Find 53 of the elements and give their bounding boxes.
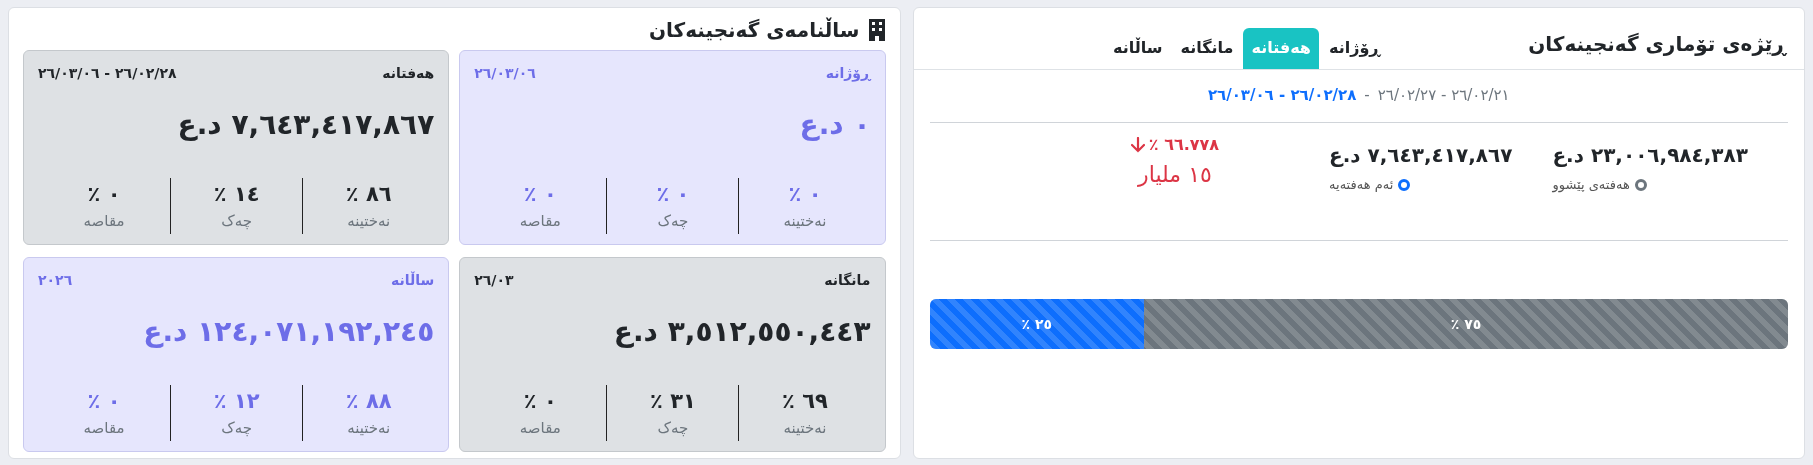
stat-value: ٨٨ ٪ — [345, 389, 392, 413]
stat-amount: ٢٣,٠٠٦,٩٨٤,٣٨٣ د.ع — [1552, 143, 1748, 167]
progress-segment: ٧٥ ٪ — [1144, 299, 1788, 349]
stat-label: چەک — [221, 419, 252, 437]
card-title: مانگانە — [824, 272, 871, 288]
stat-value: ٣١ ٪ — [650, 389, 696, 413]
card-date: ٢٦/٠٣/٠٦ — [474, 65, 536, 81]
panel-title: ڕێژەی تۆماری گەنجینەکان — [1528, 31, 1786, 56]
stat-label: چەک — [221, 212, 252, 230]
stat-label: مقاصە — [83, 419, 125, 437]
card-date: ٢٦/٠٣ — [474, 272, 514, 288]
stat-label: نەختینە — [783, 212, 827, 230]
panel-title: ساڵنامەی گەنجینەکان — [648, 18, 860, 42]
stat-label: هەفتەی پێشوو — [1552, 177, 1630, 192]
period-tab[interactable]: مانگانە — [1172, 28, 1242, 69]
stat-value: ٠ ٪ — [87, 182, 121, 206]
stat-value: ٠ ٪ — [87, 389, 121, 413]
date-separator: - — [1364, 86, 1370, 104]
stat-value: ٨٦ ٪ — [345, 182, 392, 206]
stat-value: ١٢ ٪ — [213, 389, 260, 413]
card-title: ڕۆژانە — [825, 65, 871, 81]
stat-label: چەک — [657, 419, 689, 437]
stat-label: مقاصە — [83, 212, 125, 230]
date-range: ٢٦/٠٢/٢١ - ٢٦/٠٢/٢٧ — [1377, 86, 1510, 104]
building-icon — [867, 19, 886, 41]
stat-value: ٠ ٪ — [523, 389, 557, 413]
card-date: ٢٠٢٦ — [38, 272, 73, 288]
stat-label: چەک — [657, 212, 689, 230]
date-range: ٢٦/٠٢/٢٨ - ٢٦/٠٣/٠٦ — [1207, 86, 1357, 104]
stat-value: ١٤ ٪ — [213, 182, 260, 206]
stat-label: نەختینە — [347, 419, 391, 437]
stat-label: مقاصە — [519, 419, 561, 437]
stat-label: ئەم هەفتەیە — [1329, 177, 1394, 192]
stat-value: ٠ ٪ — [788, 182, 822, 206]
change-amount: ١٥ ملیار — [1138, 162, 1212, 187]
card-amount: ١٢٤,٠٧١,١٩٢,٢٤٥ د.ع — [142, 315, 435, 348]
stat-label: نەختینە — [347, 212, 391, 230]
stat-value: ٠ ٪ — [656, 182, 690, 206]
progress-segment: ٢٥ ٪ — [929, 299, 1145, 349]
card-title: هەفتانە — [382, 65, 435, 81]
stat-label: نەختینە — [783, 419, 827, 437]
change-percent: ٦٦.٧٧٨ ٪ — [1148, 135, 1220, 154]
card-amount: ٧,٦٤٣,٤١٧,٨٦٧ د.ع — [176, 108, 435, 141]
stat-label: مقاصە — [519, 212, 561, 230]
stat-value: ٦٩ ٪ — [782, 389, 828, 413]
stat-amount: ٧,٦٤٣,٤١٧,٨٦٧ د.ع — [1329, 143, 1513, 167]
card-amount: ٠ د.ع — [798, 108, 871, 141]
card-amount: ٣,٥١٢,٥٥٠,٤٤٣ د.ع — [612, 315, 871, 348]
period-tab[interactable]: ساڵانە — [1105, 28, 1171, 69]
card-title: ساڵانە — [390, 272, 435, 288]
card-date: ٢٦/٠٢/٢٨ - ٢٦/٠٣/٠٦ — [38, 65, 177, 81]
stat-value: ٠ ٪ — [523, 182, 557, 206]
period-tab[interactable]: ڕۆژانە — [1320, 28, 1389, 69]
